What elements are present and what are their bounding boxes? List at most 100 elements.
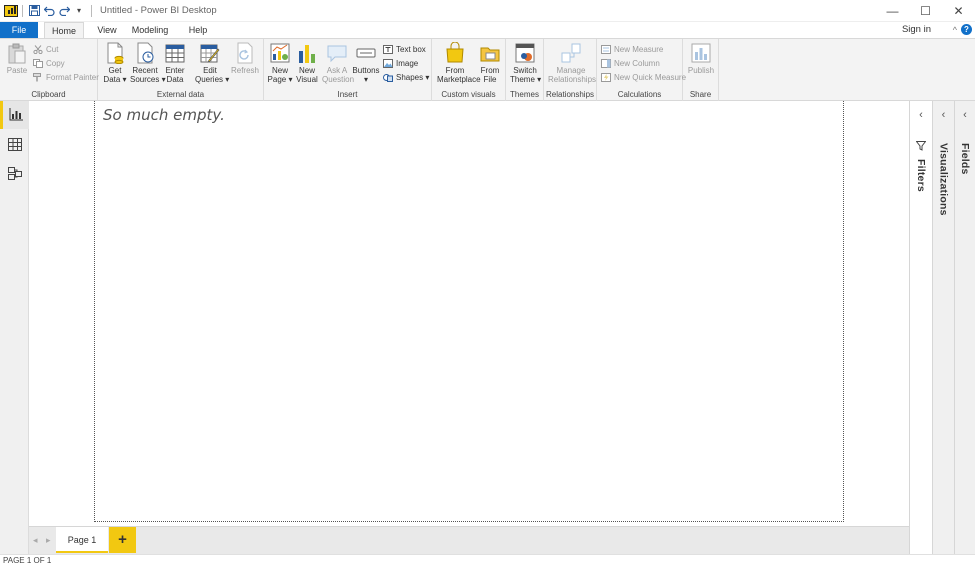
ask-question-button[interactable]: Ask A Question: [322, 41, 355, 84]
switch-theme-button[interactable]: Switch Theme ▾: [510, 41, 542, 84]
fields-label: Fields: [959, 143, 971, 175]
ribbon: Paste Cut Copy Format Painter Clipboard …: [0, 38, 975, 101]
paste-label: Paste: [6, 66, 28, 75]
recent-sources-button[interactable]: Recent Sources ▾: [130, 41, 166, 84]
cut-label: Cut: [46, 44, 59, 54]
text-box-button[interactable]: Text box: [383, 43, 426, 55]
minimize-button[interactable]: —: [876, 0, 909, 22]
tab-help[interactable]: Help: [184, 22, 212, 38]
tab-home[interactable]: Home: [44, 22, 84, 38]
recent-sources-label-line2: Sources ▾: [130, 75, 166, 84]
data-view-icon: [7, 137, 22, 153]
themes-group: Switch Theme ▾ Themes: [506, 39, 544, 101]
fields-pane[interactable]: ‹ Fields: [954, 101, 975, 554]
ask-question-label-line1: Ask A: [326, 66, 348, 75]
get-data-label-line1: Get: [108, 66, 122, 75]
redo-icon[interactable]: [57, 4, 71, 18]
new-page-icon: [270, 42, 290, 64]
previous-page-icon[interactable]: ◂: [33, 535, 38, 546]
report-view-button[interactable]: [0, 101, 29, 129]
ask-question-label-line2: Question: [322, 75, 355, 84]
model-view-button[interactable]: [0, 160, 29, 188]
clipboard-group-label: Clipboard: [31, 90, 66, 99]
customize-quick-access-icon[interactable]: ▾: [72, 4, 86, 18]
tab-modeling[interactable]: Modeling: [128, 22, 172, 38]
relationships-icon: [561, 42, 581, 64]
paste-icon: [7, 42, 27, 64]
maximize-button[interactable]: ☐: [909, 0, 942, 22]
edit-queries-label-line2: Queries ▾: [195, 75, 230, 84]
copy-button[interactable]: Copy: [33, 57, 65, 69]
theme-icon: [515, 42, 535, 64]
image-button[interactable]: Image: [383, 57, 418, 69]
relationships-group: Manage Relationships Relationships: [544, 39, 597, 101]
sign-in-link[interactable]: Sign in: [902, 22, 931, 38]
image-icon: [383, 58, 393, 68]
shapes-icon: [383, 73, 393, 82]
buttons-button[interactable]: Buttons ▾: [351, 41, 381, 84]
add-page-button[interactable]: +: [109, 527, 136, 553]
next-page-icon[interactable]: ▸: [46, 535, 51, 546]
window-title: Untitled - Power BI Desktop: [100, 5, 217, 16]
quick-measure-icon: [601, 72, 611, 82]
filters-pane[interactable]: ‹ Filters: [909, 101, 932, 554]
calculator-icon: [601, 44, 611, 54]
report-view-icon: [9, 107, 23, 123]
new-page-label-line2: Page ▾: [267, 75, 293, 84]
tab-view[interactable]: View: [92, 22, 122, 38]
close-button[interactable]: ✕: [942, 0, 975, 22]
collapse-visualizations-icon[interactable]: ‹: [933, 109, 954, 121]
page-tab-1[interactable]: Page 1: [56, 527, 108, 553]
tab-file[interactable]: File: [0, 22, 38, 38]
visualizations-pane[interactable]: ‹ Visualizations: [932, 101, 954, 554]
enter-data-button[interactable]: Enter Data: [160, 41, 190, 84]
manage-relationships-button[interactable]: Manage Relationships: [548, 41, 596, 84]
from-marketplace-button[interactable]: From Marketplace: [437, 41, 481, 84]
edit-queries-button[interactable]: Edit Queries ▾: [195, 41, 230, 84]
title-separator: [22, 4, 23, 17]
recent-sources-icon: [135, 42, 155, 64]
switch-theme-label-line2: Theme ▾: [510, 75, 542, 84]
get-data-icon: [105, 42, 125, 65]
external-data-group-label: External data: [156, 90, 205, 99]
new-visual-label-line1: New: [298, 66, 315, 75]
window-controls: — ☐ ✕: [876, 0, 975, 22]
from-file-label-line1: From: [480, 66, 500, 75]
new-page-button[interactable]: New Page ▾: [265, 41, 295, 84]
cut-button[interactable]: Cut: [33, 43, 58, 55]
collapse-filters-icon[interactable]: ‹: [910, 109, 932, 121]
new-column-label: New Column: [614, 58, 660, 68]
publish-button[interactable]: Publish: [686, 41, 716, 75]
edit-queries-label-line1: Edit: [203, 66, 217, 75]
save-icon[interactable]: [27, 4, 41, 18]
new-visual-button[interactable]: New Visual: [292, 41, 322, 84]
from-file-button[interactable]: From File: [476, 41, 504, 84]
data-view-button[interactable]: [0, 131, 29, 159]
report-page-canvas[interactable]: So much empty.: [94, 101, 844, 522]
new-quick-measure-button[interactable]: New Quick Measure: [601, 71, 686, 83]
calculations-group: New Measure New Column New Quick Measure…: [597, 39, 686, 101]
folder-icon: [480, 42, 500, 64]
marketplace-icon: [445, 41, 465, 64]
new-measure-button[interactable]: New Measure: [601, 43, 663, 55]
title-bar: ▾ Untitled - Power BI Desktop — ☐ ✕: [0, 0, 975, 22]
external-data-group: Get Data ▾ Recent Sources ▾ Enter Data E…: [98, 39, 264, 101]
publish-label: Publish: [687, 66, 715, 75]
collapse-ribbon-icon[interactable]: ^: [953, 22, 957, 38]
help-icon[interactable]: ?: [961, 24, 972, 35]
get-data-button[interactable]: Get Data ▾: [100, 41, 130, 84]
new-column-button[interactable]: New Column: [601, 57, 660, 69]
undo-icon[interactable]: [42, 4, 56, 18]
share-group-label: Share: [689, 90, 712, 99]
buttons-label-line1: Buttons: [352, 66, 380, 75]
edit-queries-icon: [200, 42, 220, 64]
buttons-label-line2: ▾: [363, 75, 368, 84]
paste-button[interactable]: Paste: [2, 41, 32, 75]
shapes-button[interactable]: Shapes ▾: [383, 71, 429, 83]
refresh-button[interactable]: Refresh: [230, 41, 260, 75]
new-measure-label: New Measure: [614, 44, 664, 54]
format-painter-button[interactable]: Format Painter: [33, 71, 99, 83]
calculations-group-label: Calculations: [617, 90, 662, 99]
collapse-fields-icon[interactable]: ‹: [955, 109, 975, 121]
button-shape-icon: [356, 42, 376, 64]
